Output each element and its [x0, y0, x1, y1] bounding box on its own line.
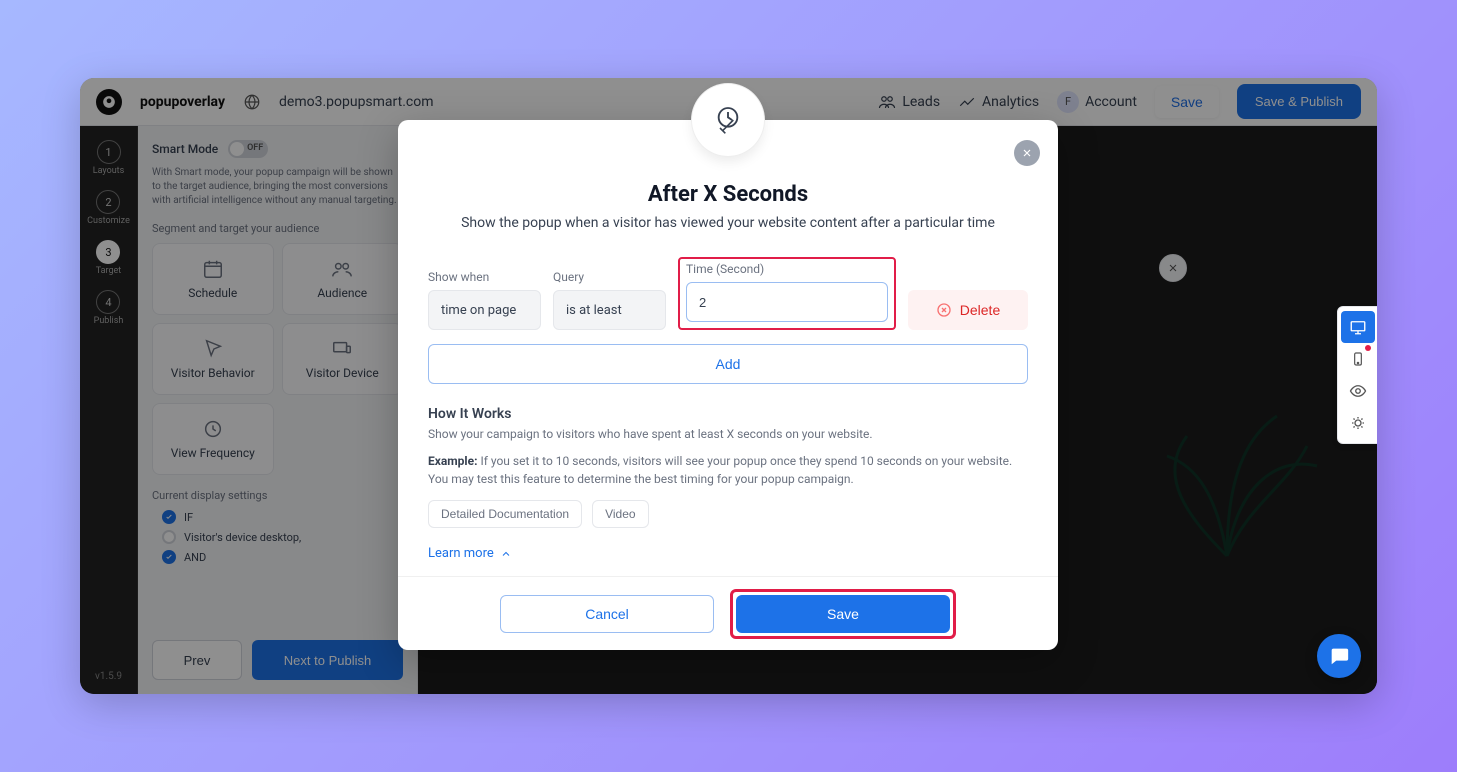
mobile-preview-button[interactable]	[1341, 343, 1375, 375]
cancel-button[interactable]: Cancel	[500, 595, 714, 633]
how-it-works-example: Example: If you set it to 10 seconds, vi…	[428, 453, 1028, 488]
save-highlight: Save	[730, 589, 956, 639]
modal-title: After X Seconds	[428, 182, 1028, 207]
desktop-preview-button[interactable]	[1341, 311, 1375, 343]
show-when-select[interactable]: time on page	[428, 290, 541, 330]
how-it-works-title: How It Works	[428, 406, 1028, 422]
chat-icon	[1328, 645, 1350, 667]
learn-more-link[interactable]: Learn more	[428, 546, 1028, 561]
modal-save-button[interactable]: Save	[736, 595, 950, 633]
visibility-preview-button[interactable]	[1341, 375, 1375, 407]
how-it-works-text: Show your campaign to visitors who have …	[428, 426, 1028, 443]
time-field-highlighted: Time (Second)	[678, 257, 896, 330]
modal-icon	[692, 84, 764, 156]
chat-button[interactable]	[1317, 634, 1361, 678]
debug-preview-button[interactable]	[1341, 407, 1375, 439]
x-icon	[936, 302, 952, 318]
modal-footer: Cancel Save	[398, 576, 1058, 650]
video-button[interactable]: Video	[592, 500, 648, 528]
modal: After X Seconds Show the popup when a vi…	[398, 120, 1058, 650]
device-toolbar	[1337, 306, 1377, 444]
show-when-field: Show when time on page	[428, 270, 541, 330]
delete-rule-button[interactable]: Delete	[908, 290, 1028, 330]
chevron-up-icon	[500, 548, 512, 560]
query-field: Query is at least	[553, 270, 666, 330]
time-input[interactable]	[686, 282, 888, 322]
add-rule-button[interactable]: Add	[428, 344, 1028, 384]
documentation-button[interactable]: Detailed Documentation	[428, 500, 582, 528]
query-select[interactable]: is at least	[553, 290, 666, 330]
modal-subtitle: Show the popup when a visitor has viewed…	[428, 215, 1028, 231]
modal-close-button[interactable]	[1014, 140, 1040, 166]
